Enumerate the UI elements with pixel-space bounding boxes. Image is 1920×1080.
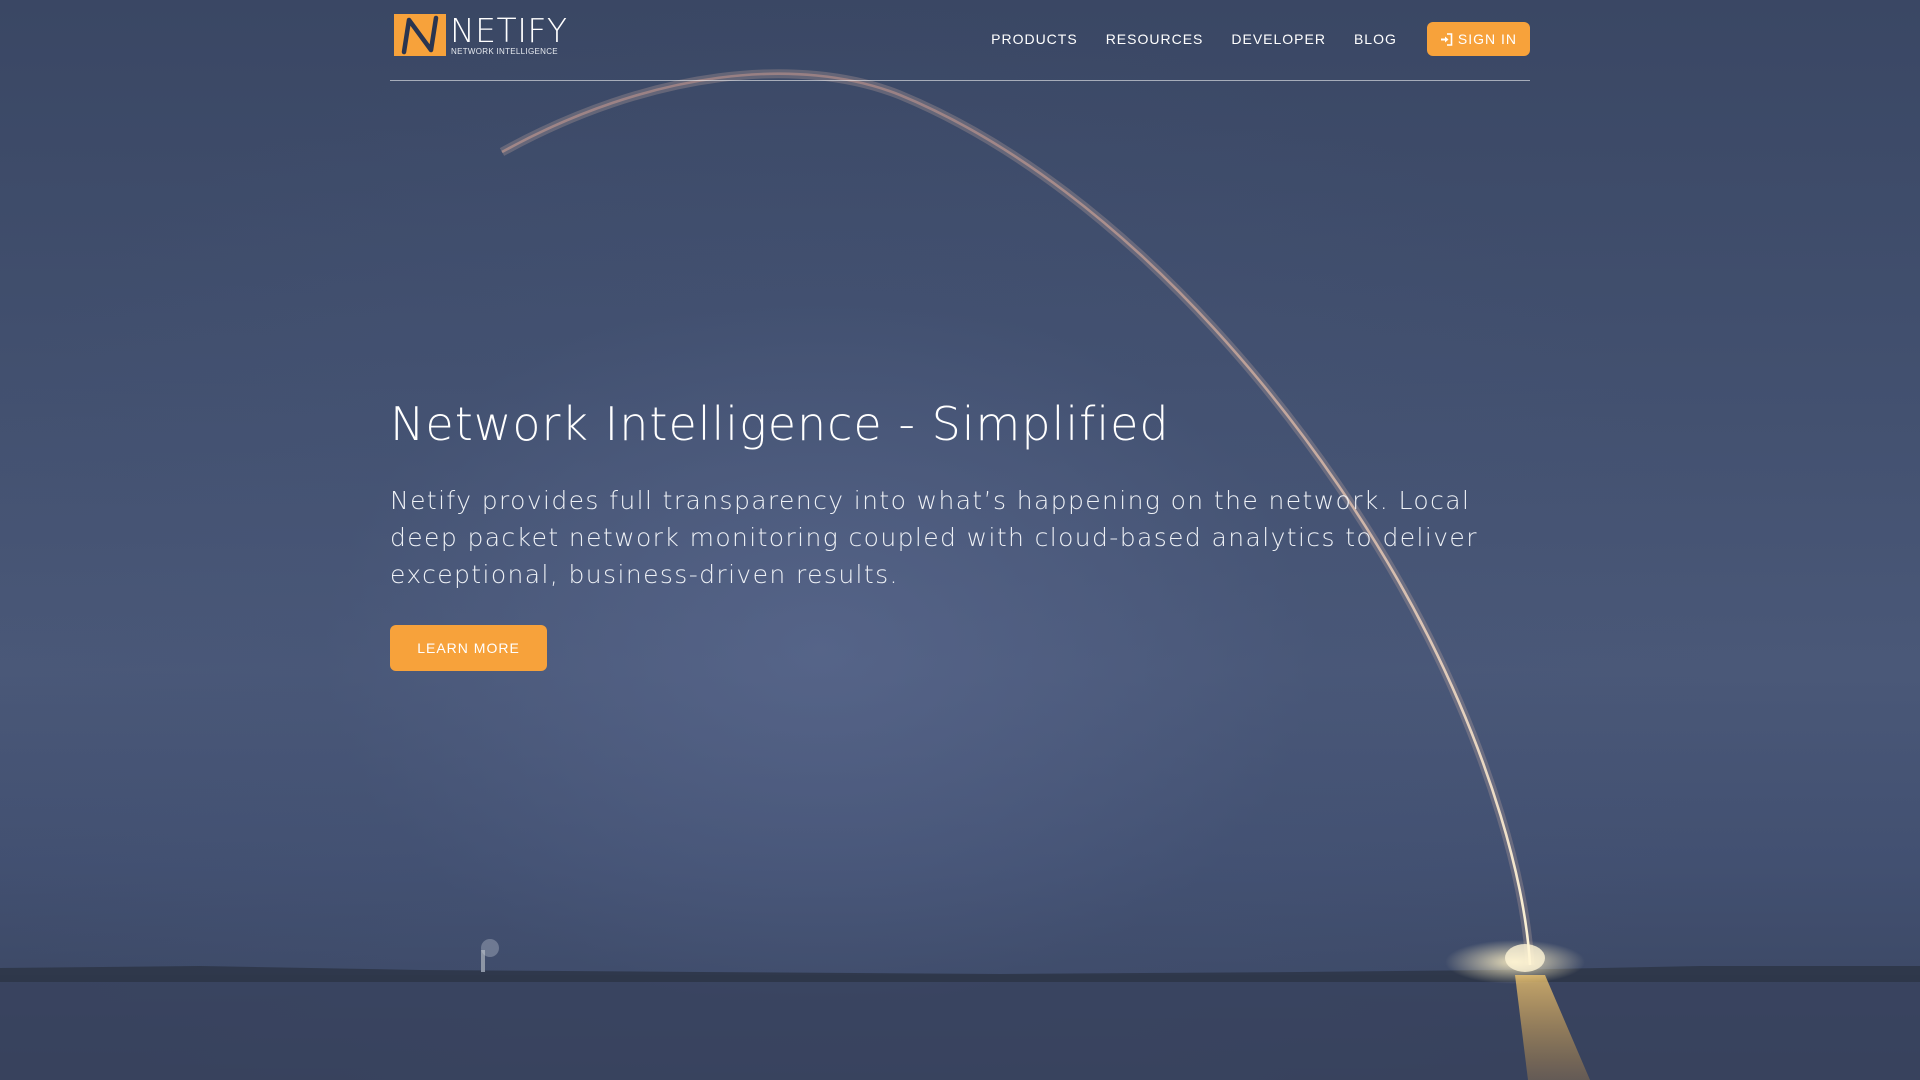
- logo-text: NETIFY NETWORK INTELLIGENCE: [450, 14, 568, 56]
- site-header: NETIFY NETWORK INTELLIGENCE PRODUCTS RES…: [390, 0, 1530, 81]
- netify-n-logo-icon: [394, 14, 446, 56]
- sign-in-button[interactable]: SIGN IN: [1426, 22, 1530, 56]
- hero-description: Netify provides full transparency into w…: [390, 486, 1478, 589]
- main-nav: PRODUCTS RESOURCES DEVELOPER BLOG SIGN I…: [963, 22, 1530, 56]
- learn-more-button[interactable]: LEARN MORE: [390, 625, 547, 671]
- brand-name: NETIFY: [450, 11, 568, 50]
- sign-in-label: SIGN IN: [1457, 31, 1517, 47]
- nav-item-products[interactable]: PRODUCTS: [991, 31, 1078, 47]
- brand-tagline: NETWORK INTELLIGENCE: [451, 47, 558, 56]
- hero-title: Network Intelligence - Simplified: [390, 397, 1170, 451]
- hero-section: Network Intelligence - Simplified Netify…: [390, 392, 1540, 671]
- nav-item-blog[interactable]: BLOG: [1354, 31, 1397, 47]
- nav-item-developer[interactable]: DEVELOPER: [1231, 31, 1326, 47]
- brand-logo[interactable]: NETIFY NETWORK INTELLIGENCE: [394, 14, 568, 56]
- nav-item-resources[interactable]: RESOURCES: [1106, 31, 1204, 47]
- sign-in-icon: [1440, 32, 1453, 46]
